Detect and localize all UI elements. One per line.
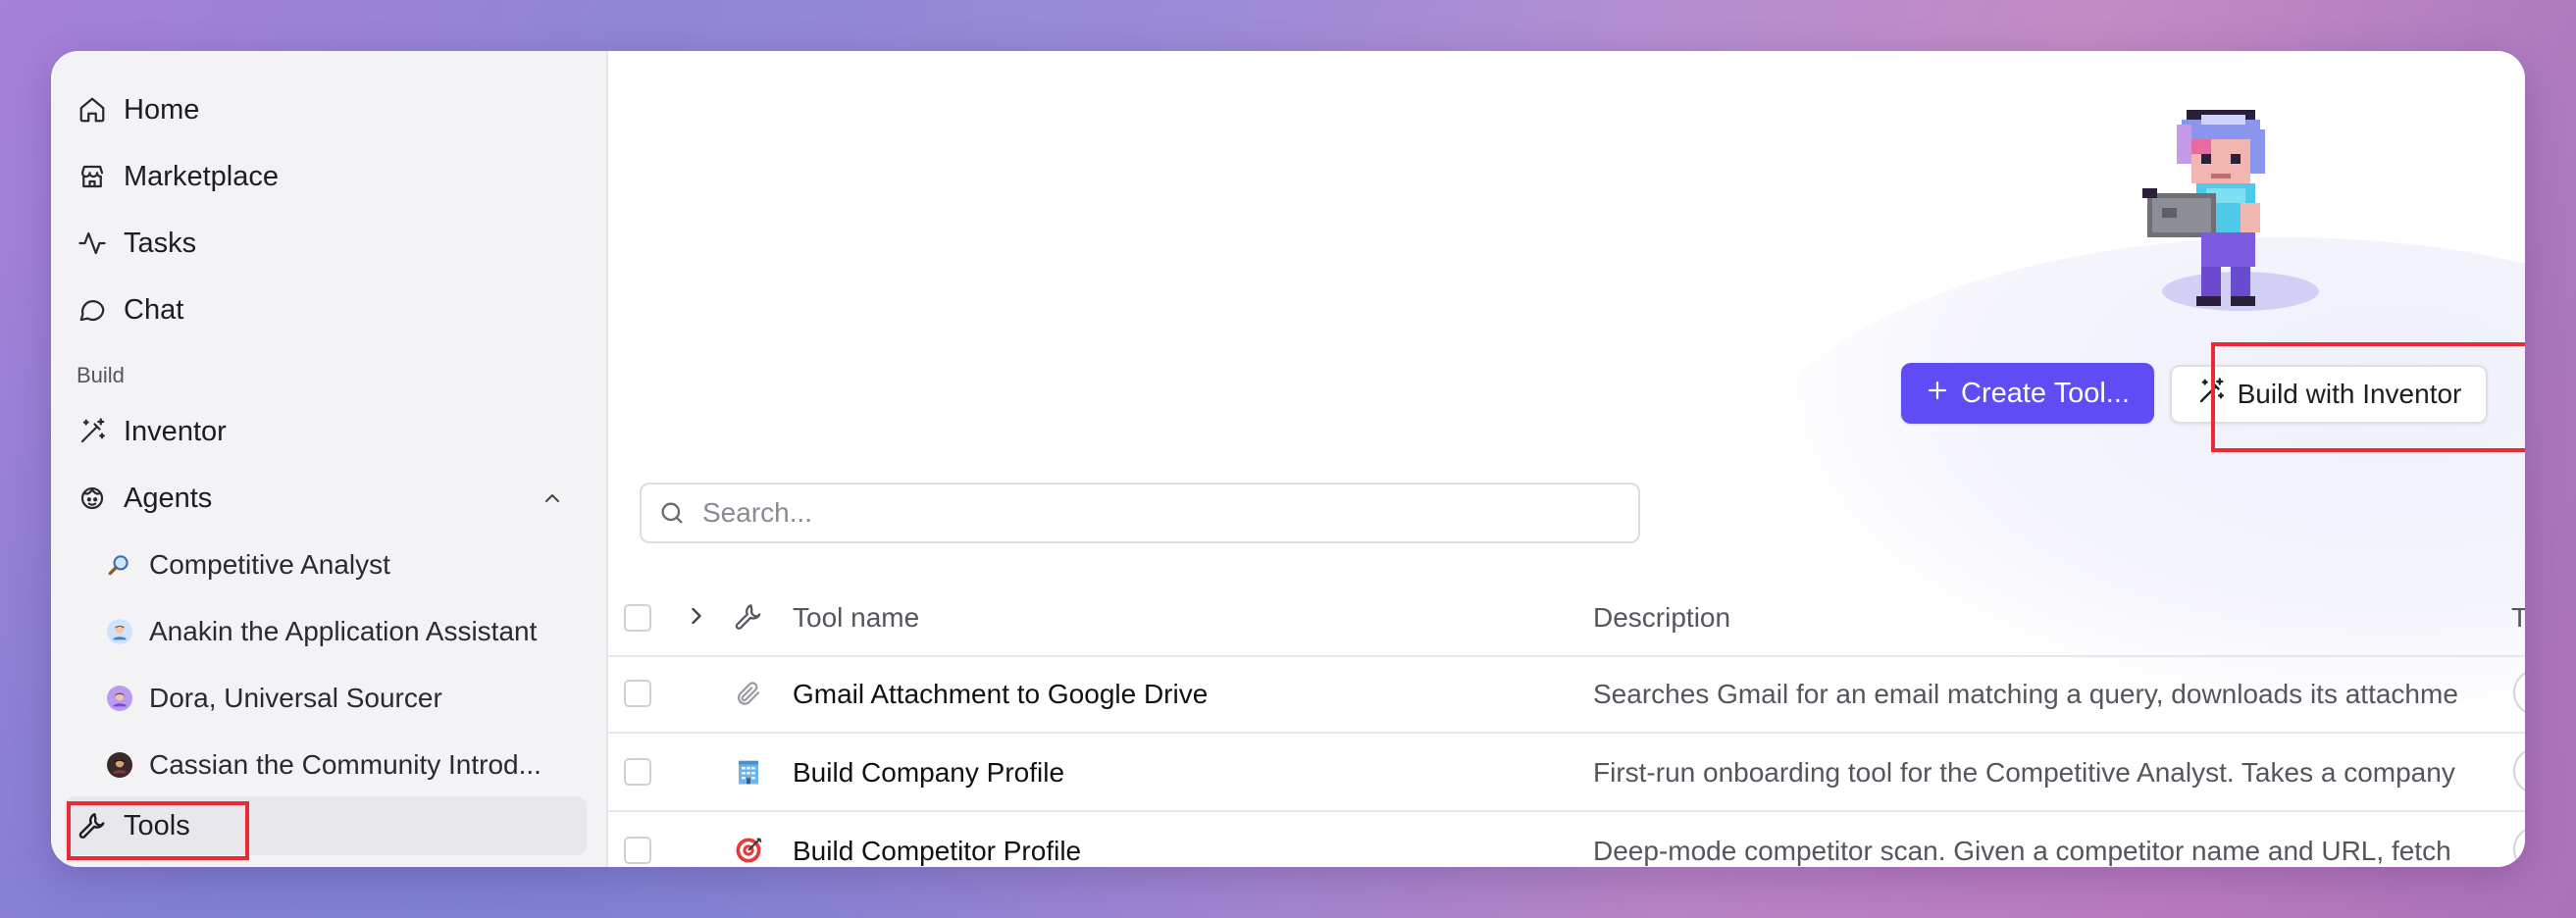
table-row[interactable]: Gmail Attachment to Google Drive Searche… — [606, 655, 2525, 734]
sidebar-item-tools[interactable]: Tools — [65, 796, 587, 855]
sidebar: Home Marketplace Tasks Chat Build Invent… — [51, 51, 608, 867]
column-header-type[interactable]: Type — [2511, 602, 2525, 634]
tool-description: Searches Gmail for an email matching a q… — [1593, 679, 2458, 709]
sidebar-item-marketplace[interactable]: Marketplace — [65, 147, 587, 206]
tool-description: Deep-mode competitor scan. Given a compe… — [1593, 836, 2451, 866]
sidebar-item-label: Competitive Analyst — [149, 549, 390, 580]
tool-description: First-run onboarding tool for the Compet… — [1593, 757, 2455, 788]
sidebar-item-label: Agents — [124, 482, 213, 514]
table-row[interactable]: Build Competitor Profile Deep-mode compe… — [606, 812, 2525, 867]
target-icon — [732, 834, 765, 867]
wrench-icon — [75, 808, 110, 843]
wrench-icon — [732, 600, 765, 634]
row-checkbox[interactable] — [624, 837, 651, 864]
sidebar-item-tasks[interactable]: Tasks — [65, 214, 587, 273]
sidebar-agent-competitive-analyst[interactable]: Competitive Analyst — [65, 536, 587, 594]
row-checkbox[interactable] — [624, 758, 651, 786]
sidebar-item-home[interactable]: Home — [65, 80, 587, 139]
sidebar-item-label: Home — [124, 93, 200, 126]
sidebar-item-label: Marketplace — [124, 160, 279, 192]
sidebar-agent-cassian[interactable]: Cassian the Community Introd... — [65, 736, 587, 794]
avatar-icon — [102, 614, 137, 649]
sidebar-item-label: Tasks — [124, 227, 197, 259]
sidebar-item-label: Cassian the Community Introd... — [149, 749, 541, 780]
sidebar-item-label: Tools — [124, 809, 190, 842]
mascot-illustration — [2142, 110, 2319, 311]
main-content: Create Tool... Build with Inventor Too — [606, 51, 2525, 867]
tool-name[interactable]: Gmail Attachment to Google Drive — [793, 679, 1208, 710]
chevron-right-icon[interactable] — [683, 602, 710, 635]
tool-name[interactable]: Build Company Profile — [793, 757, 1064, 789]
wand-icon — [75, 414, 110, 449]
sidebar-item-chat[interactable]: Chat — [65, 280, 587, 339]
avatar-icon — [102, 747, 137, 783]
magnifier-emoji-icon — [102, 547, 137, 583]
avatar-icon — [102, 681, 137, 716]
search-box[interactable] — [640, 483, 1640, 543]
type-wrench-icon — [2513, 669, 2525, 716]
app-window: Home Marketplace Tasks Chat Build Invent… — [51, 51, 2525, 867]
store-icon — [75, 159, 110, 194]
build-with-inventor-button[interactable]: Build with Inventor — [2170, 365, 2488, 424]
sidebar-agent-dora[interactable]: Dora, Universal Sourcer — [65, 669, 587, 728]
column-header-tool-name[interactable]: Tool name — [793, 602, 919, 634]
create-tool-button[interactable]: Create Tool... — [1901, 363, 2154, 424]
sidebar-item-label: Anakin the Application Assistant — [149, 616, 538, 646]
tool-name[interactable]: Build Competitor Profile — [793, 836, 1081, 867]
wand-icon — [2196, 377, 2226, 413]
sidebar-item-agents[interactable]: Agents — [65, 469, 587, 528]
sidebar-item-label: Dora, Universal Sourcer — [149, 683, 442, 713]
section-label-build: Build — [77, 363, 125, 387]
search-icon — [657, 498, 687, 528]
plus-icon — [1926, 378, 1949, 410]
row-checkbox[interactable] — [624, 680, 651, 707]
home-icon — [75, 92, 110, 128]
type-wrench-icon — [2513, 826, 2525, 867]
search-input[interactable] — [700, 496, 1638, 530]
agent-icon — [75, 481, 110, 516]
select-all-checkbox[interactable] — [624, 604, 651, 632]
column-header-description[interactable]: Description — [1593, 602, 2496, 634]
sidebar-item-label: Chat — [124, 293, 184, 326]
type-wrench-icon — [2513, 747, 2525, 794]
chevron-up-icon[interactable] — [540, 485, 565, 511]
sidebar-agent-anakin[interactable]: Anakin the Application Assistant — [65, 602, 587, 661]
sidebar-item-label: Inventor — [124, 415, 227, 447]
activity-icon — [75, 226, 110, 261]
table-header-row: Tool name Description Type — [606, 581, 2525, 657]
table-row[interactable]: Build Company Profile First-run onboardi… — [606, 734, 2525, 812]
paperclip-icon — [732, 677, 765, 710]
sidebar-item-inventor[interactable]: Inventor — [65, 402, 587, 461]
chat-icon — [75, 292, 110, 328]
office-building-icon — [732, 755, 765, 789]
